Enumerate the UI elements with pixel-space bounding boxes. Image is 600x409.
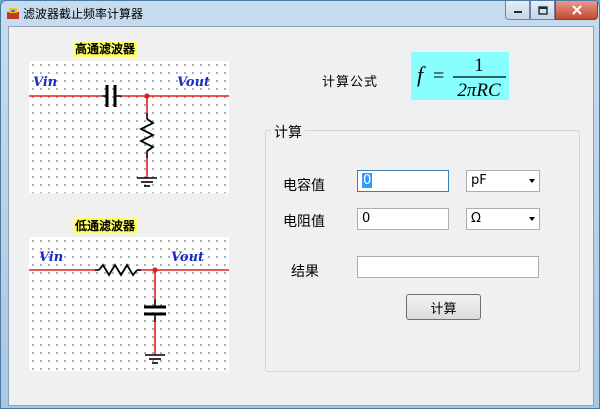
result-label: 结果 [291, 264, 319, 280]
client-area: 高通滤波器 Vin Vout 低通滤波器 Vin Vout 计算公式 f = 1… [8, 26, 594, 406]
resistance-label: 电阻值 [283, 214, 325, 230]
capacitance-unit-select[interactable]: pF [466, 170, 540, 192]
formula-label: 计算公式 [322, 75, 379, 90]
app-window: 滤波器截止频率计算器 高通滤波器 Vin Vout 低通滤波器 Vin Vout… [0, 0, 600, 409]
app-icon [7, 8, 19, 19]
low-pass-title: 低通滤波器 [73, 218, 138, 234]
formula-lhs: f [417, 62, 426, 87]
close-button[interactable] [555, 1, 598, 20]
lp-resistor-icon [98, 263, 138, 277]
capacitance-input[interactable]: 0 [357, 170, 449, 192]
formula-denominator: 2πRC [457, 80, 501, 100]
title-bar[interactable]: 滤波器截止频率计算器 [1, 1, 599, 25]
result-field[interactable] [357, 256, 539, 278]
resistance-value: 0 [362, 211, 371, 226]
resistance-input[interactable]: 0 [357, 208, 449, 230]
capacitance-label: 电容值 [283, 178, 325, 194]
formula-image: f = 1 2πRC [411, 52, 509, 101]
lp-ground-icon [145, 354, 165, 364]
hp-vin-label: Vin [33, 75, 57, 90]
hp-ground-icon [137, 177, 157, 187]
hp-resistor-icon [138, 118, 156, 152]
calc-group-legend: 计算 [271, 122, 305, 142]
high-pass-circuit: Vin Vout [29, 61, 229, 193]
formula-equals: = [433, 65, 444, 87]
chevron-down-icon [529, 217, 535, 221]
minimize-icon [513, 11, 522, 13]
window-title: 滤波器截止频率计算器 [23, 7, 144, 21]
maximize-button[interactable] [530, 1, 555, 20]
calculate-button[interactable]: 计算 [406, 294, 481, 320]
hp-vout-label: Vout [177, 75, 210, 90]
minimize-button[interactable] [505, 1, 530, 20]
high-pass-title: 高通滤波器 [73, 41, 138, 57]
resistance-unit-value: Ω [471, 211, 481, 226]
resistance-unit-select[interactable]: Ω [466, 208, 540, 230]
close-icon [571, 5, 582, 15]
low-pass-circuit: Vin Vout [29, 237, 229, 371]
calc-groupbox [265, 130, 580, 372]
chevron-down-icon [529, 179, 535, 183]
capacitance-unit-value: pF [471, 173, 487, 188]
formula-numerator: 1 [474, 55, 484, 76]
capacitance-value: 0 [362, 173, 373, 188]
maximize-icon [537, 5, 548, 15]
lp-vout-label: Vout [171, 250, 204, 265]
lp-vin-label: Vin [39, 250, 63, 265]
